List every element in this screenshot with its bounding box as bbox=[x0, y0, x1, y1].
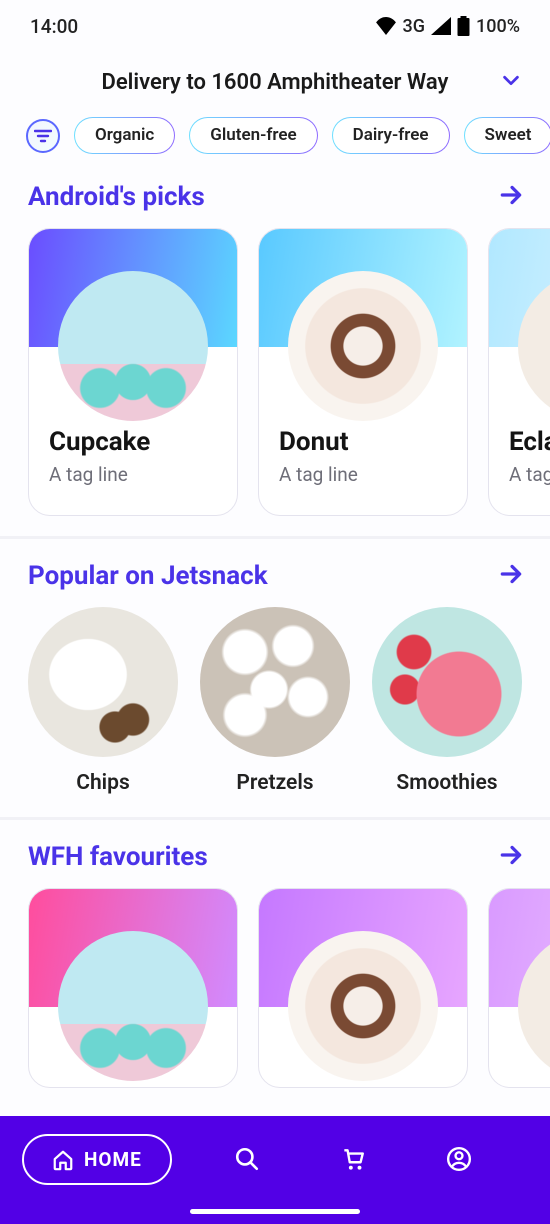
chip-sweet[interactable]: Sweet bbox=[464, 117, 550, 154]
donut-image bbox=[288, 931, 438, 1081]
section-title: Popular on Jetsnack bbox=[28, 561, 268, 591]
popular-label: Chips bbox=[28, 771, 178, 795]
chip-organic[interactable]: Organic bbox=[74, 117, 175, 154]
status-bar: 14:00 3G 100% bbox=[0, 0, 550, 52]
donut-image bbox=[288, 271, 438, 421]
cart-icon bbox=[340, 1146, 366, 1172]
nav-home-label: HOME bbox=[84, 1148, 142, 1171]
status-battery: 100% bbox=[476, 16, 520, 37]
chip-dairy-free[interactable]: Dairy-free bbox=[332, 117, 450, 154]
popular-item-pretzels[interactable]: Pretzels bbox=[200, 607, 350, 795]
card-title: Donut bbox=[279, 427, 447, 457]
card-title: Eclair bbox=[509, 427, 550, 457]
section-header-wfh: WFH favourites bbox=[0, 820, 550, 888]
filter-button[interactable] bbox=[26, 119, 60, 153]
home-indicator bbox=[190, 1209, 360, 1214]
section-title: WFH favourites bbox=[28, 842, 208, 872]
status-time: 14:00 bbox=[30, 15, 78, 38]
nav-home[interactable]: HOME bbox=[22, 1134, 172, 1185]
arrow-right-icon[interactable] bbox=[498, 182, 524, 212]
section-header-picks: Android's picks bbox=[0, 174, 550, 228]
card-wfh-3[interactable] bbox=[488, 888, 550, 1088]
filter-row: Organic Gluten-free Dairy-free Sweet bbox=[0, 117, 550, 174]
search-icon bbox=[234, 1146, 260, 1172]
arrow-right-icon[interactable] bbox=[498, 561, 524, 591]
card-tag: A tag line bbox=[49, 463, 217, 486]
cupcake-image bbox=[58, 271, 208, 421]
section-title: Android's picks bbox=[28, 182, 205, 212]
wfh-row bbox=[0, 888, 550, 1108]
card-tag: A tag line bbox=[509, 463, 550, 486]
home-icon bbox=[52, 1149, 74, 1171]
arrow-right-icon[interactable] bbox=[498, 842, 524, 872]
card-cupcake[interactable]: Cupcake A tag line bbox=[28, 228, 238, 516]
section-header-popular: Popular on Jetsnack bbox=[0, 539, 550, 607]
pretzels-image bbox=[200, 607, 350, 757]
filter-icon bbox=[34, 129, 52, 143]
smoothies-image bbox=[372, 607, 522, 757]
nav-search[interactable] bbox=[222, 1134, 272, 1172]
status-network: 3G bbox=[403, 16, 426, 37]
delivery-selector[interactable]: Delivery to 1600 Amphitheater Way bbox=[0, 52, 550, 117]
nav-cart[interactable] bbox=[328, 1134, 378, 1172]
card-tag: A tag line bbox=[279, 463, 447, 486]
card-eclair[interactable]: Eclair A tag line bbox=[488, 228, 550, 516]
popular-item-chips[interactable]: Chips bbox=[28, 607, 178, 795]
card-wfh-1[interactable] bbox=[28, 888, 238, 1088]
chevron-down-icon bbox=[500, 69, 522, 97]
picks-row: Cupcake A tag line Donut A tag line Ecla… bbox=[0, 228, 550, 536]
bottom-nav: HOME bbox=[0, 1116, 550, 1224]
chips-image bbox=[28, 607, 178, 757]
nav-profile[interactable] bbox=[434, 1134, 484, 1172]
chip-gluten-free[interactable]: Gluten-free bbox=[189, 117, 317, 154]
cupcake-image bbox=[58, 931, 208, 1081]
card-wfh-2[interactable] bbox=[258, 888, 468, 1088]
battery-icon bbox=[457, 16, 470, 36]
profile-icon bbox=[446, 1146, 472, 1172]
card-title: Cupcake bbox=[49, 427, 217, 457]
card-donut[interactable]: Donut A tag line bbox=[258, 228, 468, 516]
wifi-icon bbox=[375, 17, 397, 35]
popular-item-smoothies[interactable]: Smoothies bbox=[372, 607, 522, 795]
popular-row: Chips Pretzels Smoothies bbox=[0, 607, 550, 817]
popular-label: Smoothies bbox=[372, 771, 522, 795]
popular-label: Pretzels bbox=[200, 771, 350, 795]
delivery-label: Delivery to 1600 Amphitheater Way bbox=[102, 70, 449, 95]
signal-icon bbox=[431, 17, 451, 35]
status-right: 3G 100% bbox=[375, 16, 520, 37]
